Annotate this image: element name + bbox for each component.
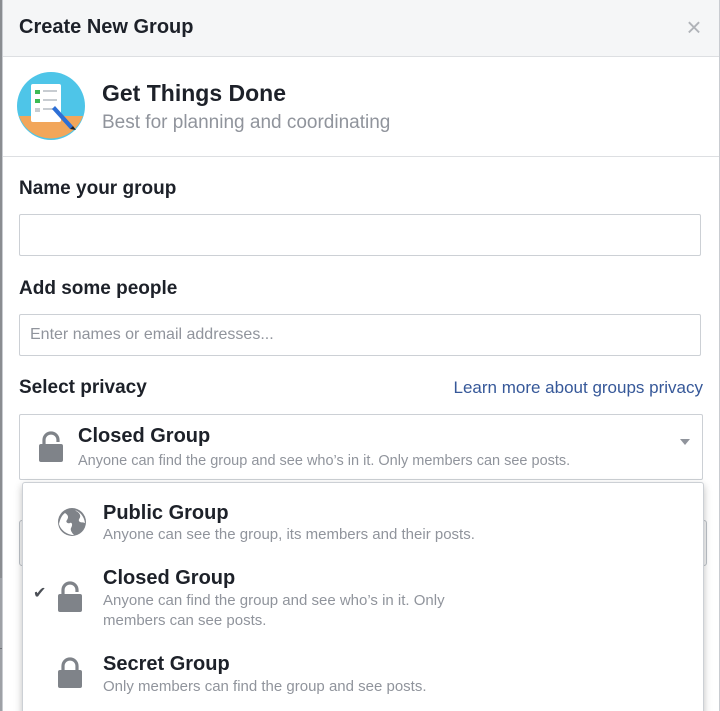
group-purpose[interactable]: Get Things Done Best for planning and co… bbox=[3, 57, 719, 157]
add-people-input[interactable] bbox=[19, 314, 701, 356]
close-icon[interactable]: × bbox=[683, 14, 705, 40]
privacy-option-closed[interactable]: ✔ Closed Group Anyone can find the group… bbox=[23, 551, 703, 643]
group-name-input[interactable] bbox=[19, 214, 701, 256]
dialog-title: Create New Group bbox=[19, 16, 194, 38]
globe-icon bbox=[58, 508, 86, 536]
learn-more-privacy-link[interactable]: Learn more about groups privacy bbox=[454, 378, 703, 398]
name-group-label: Name your group bbox=[19, 178, 177, 199]
privacy-option-secret[interactable]: Secret Group Only members can find the g… bbox=[23, 647, 703, 711]
privacy-select[interactable]: Closed Group Anyone can find the group a… bbox=[19, 414, 703, 480]
privacy-option-public[interactable]: Public Group Anyone can see the group, i… bbox=[23, 483, 703, 549]
purpose-title: Get Things Done bbox=[102, 80, 286, 106]
dialog-header: Create New Group × bbox=[3, 0, 719, 57]
create-group-dialog: Create New Group × Get Things Done Best … bbox=[2, 0, 720, 711]
checkmark-icon: ✔ bbox=[33, 585, 47, 602]
purpose-subtitle: Best for planning and coordinating bbox=[102, 112, 391, 133]
lock-icon bbox=[58, 657, 82, 688]
select-privacy-label: Select privacy bbox=[19, 377, 147, 398]
chevron-down-icon bbox=[680, 439, 690, 445]
privacy-dropdown-menu: Public Group Anyone can see the group, i… bbox=[22, 482, 704, 711]
privacy-selected-title: Closed Group bbox=[78, 425, 211, 447]
lock-icon bbox=[58, 581, 82, 612]
privacy-option-desc: Anyone can see the group, its members an… bbox=[103, 526, 475, 543]
privacy-option-desc: Only members can find the group and see … bbox=[103, 678, 427, 695]
add-people-label: Add some people bbox=[19, 278, 178, 299]
privacy-option-title: Secret Group bbox=[103, 653, 230, 675]
privacy-option-title: Public Group bbox=[103, 502, 229, 524]
privacy-option-title: Closed Group bbox=[103, 567, 236, 589]
lock-icon bbox=[39, 431, 63, 462]
privacy-option-desc: Anyone can find the group and see who’s … bbox=[103, 592, 445, 629]
privacy-selected-desc: Anyone can find the group and see who’s … bbox=[78, 453, 571, 469]
checklist-icon bbox=[17, 72, 85, 140]
